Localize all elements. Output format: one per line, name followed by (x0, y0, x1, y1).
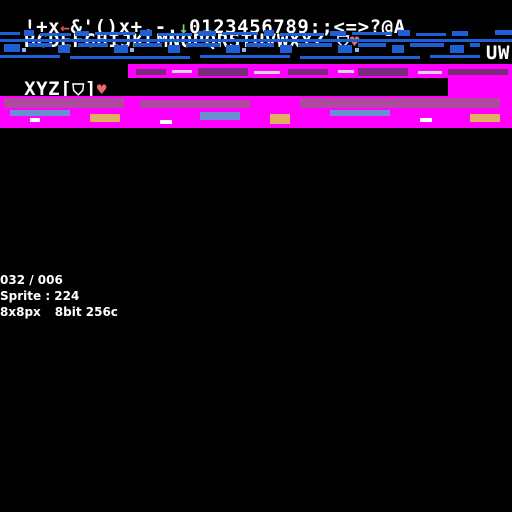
magenta-glitch-band (0, 96, 512, 128)
sprite-depth: 8bit 256c (54, 305, 118, 319)
sprite-format: 8x8px 8bit 256c (0, 305, 118, 319)
sprite-number: Sprite : 224 (0, 289, 80, 303)
blue-band-svg (0, 30, 512, 59)
sprite-index: 032 / 006 (0, 273, 63, 287)
magenta-block (448, 78, 512, 96)
glyph-row-2-tail: UW (485, 42, 510, 64)
magenta-band-svg (4, 98, 500, 124)
sprite-size: 8x8px (0, 305, 41, 319)
glyph-row-3: XYZ[⛉]♥ (0, 62, 107, 99)
magenta-strip-1-svg (136, 68, 508, 76)
magenta-strip-1 (128, 64, 512, 78)
blue-glyph-band: UW (0, 30, 512, 64)
